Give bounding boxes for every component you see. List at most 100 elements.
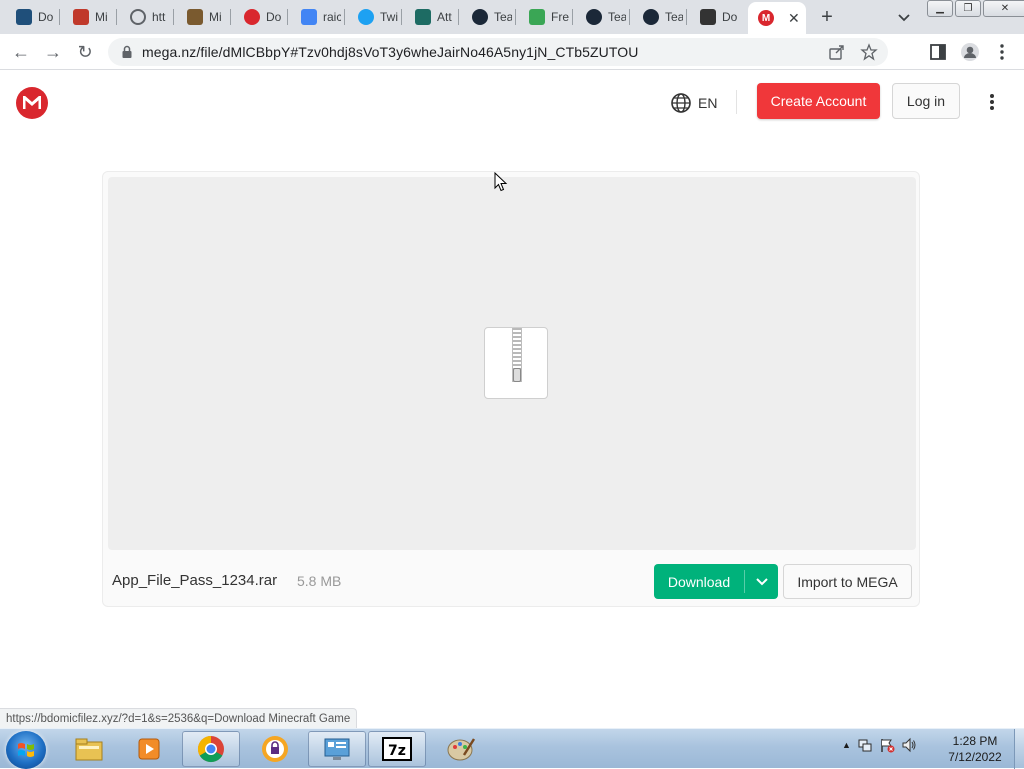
media-player-icon (138, 738, 160, 760)
taskbar-chrome[interactable] (182, 731, 240, 767)
tab-separator (230, 9, 231, 25)
tab-title: Tea (665, 10, 683, 24)
7zip-icon: 7z (382, 737, 412, 761)
tab-title: Fre (551, 10, 569, 24)
download-options-chevron-icon[interactable] (745, 564, 778, 599)
tab-title: Mi (209, 10, 222, 24)
start-button[interactable] (6, 731, 46, 769)
window-controls: ▁ ❐ ✕ (927, 0, 1024, 18)
tray-expand-icon[interactable]: ▲ (842, 740, 851, 750)
create-account-button[interactable]: Create Account (757, 83, 880, 119)
tab-title: htt (152, 10, 166, 24)
tab-item[interactable]: raic (287, 3, 344, 31)
taskbar-vpn-app[interactable] (246, 731, 304, 767)
windows-taskbar: 7z ▲ 1:28 PM 7/12/2022 (0, 728, 1024, 769)
login-button[interactable]: Log in (892, 83, 960, 119)
tab-search-icon[interactable] (894, 7, 914, 27)
tab-item[interactable]: Do (2, 3, 59, 31)
file-size: 5.8 MB (297, 573, 342, 589)
file-name: App_File_Pass_1234.rar (112, 572, 278, 589)
clock-date: 7/12/2022 (948, 750, 1002, 764)
tab-title: Do (722, 10, 738, 24)
tab-item[interactable]: Mi (173, 3, 230, 31)
file-preview (108, 177, 916, 550)
network-icon[interactable] (857, 737, 873, 753)
twitter-icon (358, 9, 374, 25)
taskbar-explorer[interactable] (60, 731, 118, 767)
profile-avatar-icon[interactable] (960, 42, 980, 62)
clover-icon (529, 9, 545, 25)
tab-active[interactable]: M ✕ (748, 2, 806, 34)
back-button[interactable]: ← (10, 41, 32, 63)
tab-title: Tea (494, 10, 512, 24)
bookmark-star-icon[interactable] (860, 43, 878, 61)
mega-m-icon (23, 96, 41, 109)
tab-title: raic (323, 10, 341, 24)
taskbar-7zip[interactable]: 7z (368, 731, 426, 767)
reload-button[interactable]: ↻ (74, 41, 96, 63)
minimize-button[interactable]: ▁ (927, 0, 953, 17)
mega-icon: M (758, 10, 774, 26)
chrome-icon (197, 735, 224, 763)
forward-button[interactable]: → (42, 41, 64, 63)
tab-separator (458, 9, 459, 25)
control-panel-icon (324, 738, 350, 760)
taskbar-control-panel[interactable] (308, 731, 366, 767)
site-icon (415, 9, 431, 25)
mega-icon (244, 9, 260, 25)
tab-item[interactable]: Do (230, 3, 287, 31)
import-to-mega-button[interactable]: Import to MEGA (783, 564, 912, 599)
language-selector[interactable]: EN (670, 92, 717, 114)
site-icon (16, 9, 32, 25)
tab-item[interactable]: Fre (515, 3, 572, 31)
tab-separator (629, 9, 630, 25)
restore-button[interactable]: ❐ (955, 0, 981, 17)
tab-item[interactable]: Do (686, 3, 743, 31)
show-desktop-button[interactable] (1014, 729, 1024, 769)
steam-icon (586, 9, 602, 25)
windows-logo-icon (18, 743, 34, 757)
paint-palette-icon (447, 738, 476, 761)
close-tab-icon[interactable]: ✕ (788, 10, 800, 27)
tab-separator (59, 9, 60, 25)
svg-text:7z: 7z (388, 743, 406, 759)
tab-item[interactable]: Tea (572, 3, 629, 31)
download-label: Download (667, 573, 731, 590)
more-menu-icon[interactable] (984, 92, 1000, 112)
tab-item[interactable]: Att (401, 3, 458, 31)
tab-item[interactable]: Mi (59, 3, 116, 31)
tab-title: Do (266, 10, 282, 24)
taskbar-paint[interactable] (432, 731, 490, 767)
mega-logo[interactable] (16, 87, 48, 119)
url-text: mega.nz/file/dMlCBbpY#Tzv0hdj8sVoT3y6whe… (142, 44, 639, 60)
tab-separator (116, 9, 117, 25)
globe-icon (130, 9, 146, 25)
vpn-shield-icon (262, 736, 288, 762)
action-center-flag-icon[interactable] (879, 737, 895, 753)
tab-title: Att (437, 10, 452, 24)
tab-separator (515, 9, 516, 25)
tab-strip: Do Mi htt Mi Do raic Twi Att Tea Fre Tea Tea Do M ✕ … (0, 0, 1024, 34)
taskbar-media-player[interactable] (120, 731, 178, 767)
volume-icon[interactable] (901, 737, 917, 753)
tab-item[interactable]: Tea (629, 3, 686, 31)
site-icon (700, 9, 716, 25)
new-tab-button[interactable]: + (816, 6, 838, 28)
folder-icon (75, 738, 103, 761)
tab-item[interactable]: htt (116, 3, 173, 31)
tab-item[interactable]: Twi (344, 3, 401, 31)
tab-separator (287, 9, 288, 25)
side-panel-icon[interactable] (928, 42, 948, 62)
browser-menu-icon[interactable] (992, 42, 1012, 62)
tab-title: Mi (95, 10, 108, 24)
lock-icon (122, 45, 132, 58)
tab-separator (686, 9, 687, 25)
share-icon[interactable] (828, 43, 846, 61)
file-card: App_File_Pass_1234.rar 5.8 MB Download I… (102, 171, 920, 607)
close-window-button[interactable]: ✕ (983, 0, 1024, 17)
address-bar[interactable]: mega.nz/file/dMlCBbpY#Tzv0hdj8sVoT3y6whe… (108, 38, 888, 66)
tab-item[interactable]: Tea (458, 3, 515, 31)
download-button[interactable]: Download (654, 564, 778, 599)
taskbar-clock[interactable]: 1:28 PM 7/12/2022 (940, 733, 1010, 765)
link-status-bubble: https://bdomicfilez.xyz/?d=1&s=2536&q=Do… (0, 708, 358, 728)
